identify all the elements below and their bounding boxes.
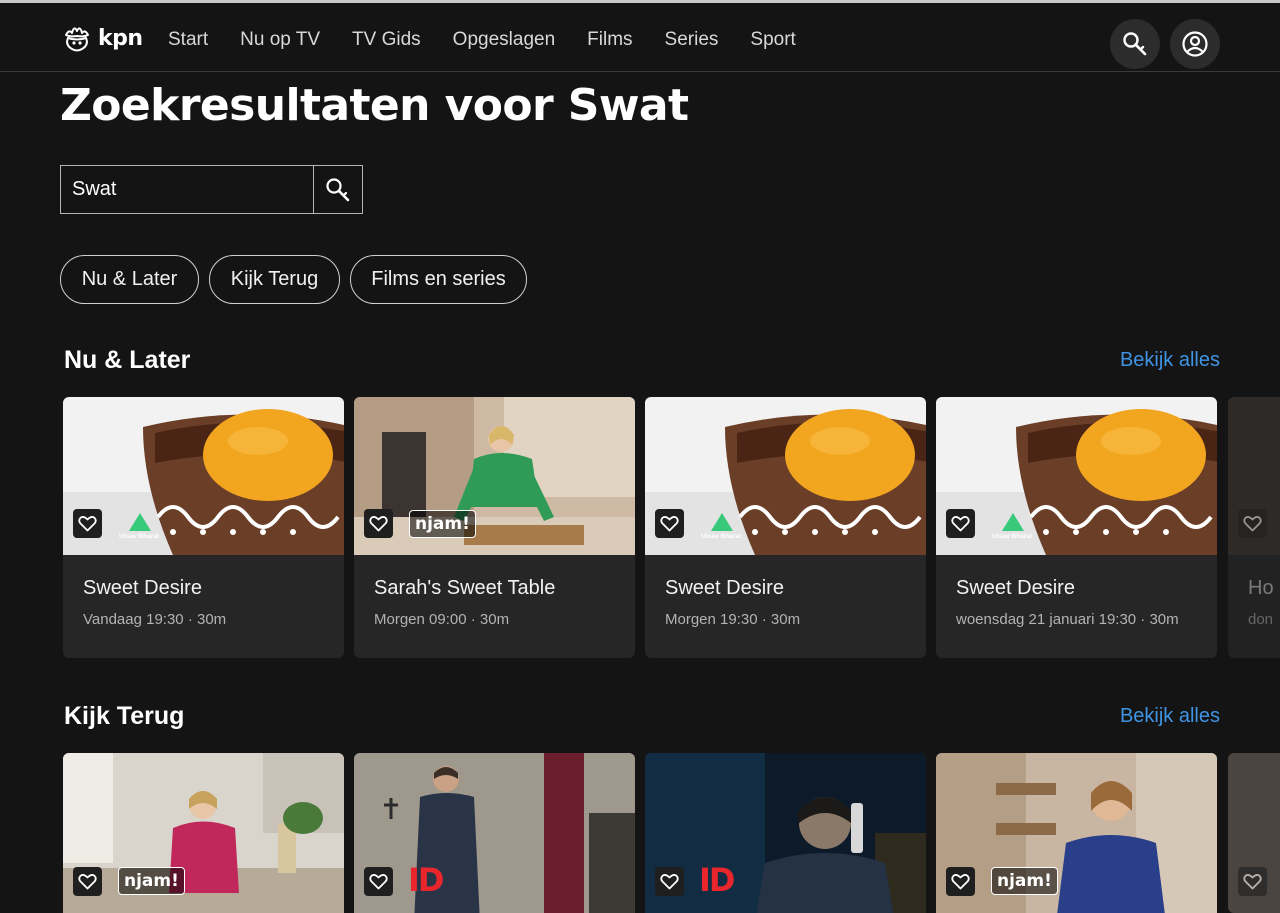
search-submit-button[interactable] (314, 166, 362, 213)
nav-item-tv-gids[interactable]: TV Gids (352, 29, 421, 51)
program-thumbnail: ID (354, 753, 635, 913)
heart-icon (1243, 874, 1262, 890)
nav-item-films[interactable]: Films (587, 29, 632, 51)
program-thumbnail: njam! (936, 753, 1217, 913)
program-card[interactable]: njam! (936, 753, 1217, 913)
heart-icon (78, 516, 97, 532)
program-title: Ho (1248, 577, 1274, 599)
kpn-crown-icon (65, 27, 89, 52)
search-icon (326, 177, 350, 201)
main-nav: Start Nu op TV TV Gids Opgeslagen Films … (168, 29, 828, 51)
program-thumbnail: Utsav Bharat (63, 397, 344, 555)
program-card[interactable]: Utsav Bharat Sweet Desire Morgen 19:30 ·… (645, 397, 926, 658)
program-card[interactable]: Utsav Bharat Sweet Desire Vandaag 19:30 … (63, 397, 344, 658)
program-card[interactable]: Ho don (1228, 397, 1280, 658)
program-card[interactable]: ID (354, 753, 635, 913)
program-thumbnail: ID (645, 753, 926, 913)
program-title: Sweet Desire (83, 577, 202, 599)
section-title-kijk-terug: Kijk Terug (64, 702, 185, 730)
heart-icon (369, 516, 388, 532)
favorite-button[interactable] (1238, 867, 1267, 896)
see-all-nu-later-link[interactable]: Bekijk alles (1120, 349, 1220, 372)
program-meta: Morgen 19:30 · 30m (665, 611, 801, 628)
favorite-button[interactable] (364, 509, 393, 538)
program-title: Sweet Desire (665, 577, 784, 599)
channel-logo-utsav-bharat: Utsav Bharat (992, 513, 1034, 541)
heart-icon (951, 874, 970, 890)
favorite-button[interactable] (655, 867, 684, 896)
program-thumbnail: Utsav Bharat (936, 397, 1217, 555)
program-meta: woensdag 21 januari 19:30 · 30m (956, 611, 1179, 628)
program-thumbnail: njam! (63, 753, 344, 913)
program-title: Sarah's Sweet Table (374, 577, 556, 599)
section-title-nu-later: Nu & Later (64, 346, 191, 374)
program-card[interactable]: njam! Sarah's Sweet Table Morgen 09:00 ·… (354, 397, 635, 658)
filter-chip-kijk-terug[interactable]: Kijk Terug (209, 255, 340, 304)
channel-logo-njam: njam! (991, 867, 1058, 895)
nav-item-start[interactable]: Start (168, 29, 208, 51)
page-title: Zoekresultaten voor Swat (60, 80, 689, 131)
channel-logo-njam: njam! (409, 510, 476, 538)
heart-icon (1243, 516, 1262, 532)
top-navigation-bar: kpn Start Nu op TV TV Gids Opgeslagen Fi… (0, 0, 1280, 72)
kpn-logo[interactable]: kpn (60, 21, 143, 55)
search-button[interactable] (1110, 19, 1160, 69)
program-card[interactable]: ID (645, 753, 926, 913)
program-meta: don (1248, 611, 1274, 628)
channel-logo-id: ID (699, 861, 735, 899)
filter-chip-films-series[interactable]: Films en series (350, 255, 527, 304)
program-meta: Vandaag 19:30 · 30m (83, 611, 227, 628)
account-button[interactable] (1170, 19, 1220, 69)
search-icon (1123, 32, 1147, 56)
channel-logo-njam: njam! (118, 867, 185, 895)
search-input[interactable] (61, 166, 314, 213)
channel-logo-utsav-bharat: Utsav Bharat (701, 513, 743, 541)
nav-item-nu-op-tv[interactable]: Nu op TV (240, 29, 320, 51)
favorite-button[interactable] (364, 867, 393, 896)
program-title: Sweet Desire (956, 577, 1075, 599)
channel-logo-utsav-bharat: Utsav Bharat (119, 513, 161, 541)
favorite-button[interactable] (1238, 509, 1267, 538)
heart-icon (660, 874, 679, 890)
account-icon (1182, 31, 1208, 57)
channel-logo-id: ID (408, 861, 444, 899)
search-box (60, 165, 363, 214)
favorite-button[interactable] (73, 867, 102, 896)
favorite-button[interactable] (946, 509, 975, 538)
nav-item-opgeslagen[interactable]: Opgeslagen (453, 29, 555, 51)
heart-icon (660, 516, 679, 532)
program-card[interactable]: njam! (63, 753, 344, 913)
program-meta: Morgen 09:00 · 30m (374, 611, 510, 628)
program-thumbnail: Utsav Bharat (645, 397, 926, 555)
see-all-kijk-terug-link[interactable]: Bekijk alles (1120, 705, 1220, 728)
favorite-button[interactable] (655, 509, 684, 538)
favorite-button[interactable] (73, 509, 102, 538)
program-card[interactable] (1228, 753, 1280, 913)
program-card[interactable]: Utsav Bharat Sweet Desire woensdag 21 ja… (936, 397, 1217, 658)
kpn-logo-text: kpn (98, 25, 143, 51)
heart-icon (951, 516, 970, 532)
heart-icon (369, 874, 388, 890)
heart-icon (78, 874, 97, 890)
filter-chip-nu-later[interactable]: Nu & Later (60, 255, 199, 304)
favorite-button[interactable] (946, 867, 975, 896)
nav-item-sport[interactable]: Sport (750, 29, 795, 51)
nav-item-series[interactable]: Series (665, 29, 719, 51)
program-thumbnail: njam! (354, 397, 635, 555)
